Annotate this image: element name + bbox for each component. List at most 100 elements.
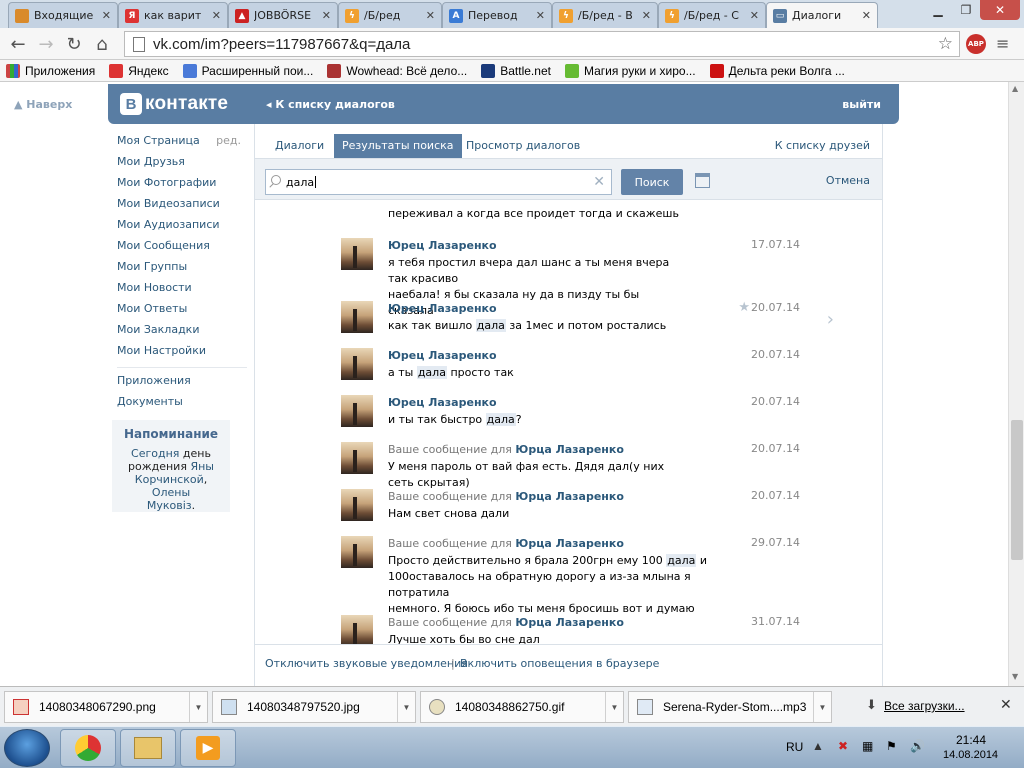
friends-list-link[interactable]: К списку друзей (775, 134, 870, 158)
avatar[interactable] (341, 238, 373, 270)
avatar[interactable] (341, 615, 373, 644)
avatar[interactable] (341, 395, 373, 427)
list-item[interactable]: Ваше сообщение для Юрца Лазаренко Нам св… (255, 489, 882, 529)
explorer-taskbar-icon[interactable] (120, 729, 176, 767)
avatar[interactable] (341, 442, 373, 474)
scrollbar-thumb[interactable] (1011, 420, 1023, 560)
recipient-link[interactable]: Юрца Лазаренко (515, 443, 624, 456)
minimize-icon[interactable]: ▁ (924, 0, 952, 20)
close-tab-icon[interactable]: ✕ (862, 9, 871, 22)
close-window-icon[interactable]: ✕ (980, 0, 1020, 20)
home-icon[interactable]: ⌂ (90, 32, 114, 56)
chevron-down-icon[interactable]: ▼ (397, 692, 415, 722)
chrome-taskbar-icon[interactable] (60, 729, 116, 767)
disable-sound-link[interactable]: Отключить звуковые уведомления (265, 657, 468, 670)
restore-icon[interactable]: ❐ (952, 0, 980, 20)
bookmark-star-icon[interactable]: ☆ (938, 34, 953, 54)
download-item[interactable]: Serena-Ryder-Stom....mp3 ▼ (628, 691, 832, 723)
scroll-down-icon[interactable]: ▼ (1012, 672, 1018, 681)
download-item[interactable]: 14080348797520.jpg ▼ (212, 691, 416, 723)
avatar[interactable] (341, 536, 373, 568)
message-author[interactable]: Юрец Лазаренко (388, 301, 688, 316)
message-search-input[interactable]: дала ✕ (265, 169, 612, 195)
browser-tab[interactable]: ϟ/Б/ред ✕ (338, 2, 442, 28)
page-scrollbar[interactable]: ▲ ▼ (1008, 82, 1024, 686)
scroll-up-icon[interactable]: ▲ (1012, 84, 1018, 93)
enable-notifications-link[interactable]: Включить оповещения в браузере (460, 657, 659, 670)
all-downloads-link[interactable]: Все загрузки... (884, 699, 965, 713)
tray-app-icon[interactable]: ▦ (862, 739, 873, 753)
bookmark-item[interactable]: Магия руки и хиро... (564, 63, 696, 78)
clock-time[interactable]: 21:44 (956, 733, 986, 747)
menu-item[interactable]: Мои Группы (117, 260, 247, 281)
bookmark-item[interactable]: Яндекс (109, 63, 169, 78)
list-item[interactable]: Ваше сообщение для Юрца Лазаренко У меня… (255, 442, 882, 489)
back-to-dialogs-link[interactable]: ◂ К списку диалогов (266, 98, 395, 111)
language-indicator[interactable]: RU (786, 740, 803, 754)
menu-item[interactable]: Мои Закладки (117, 323, 247, 344)
close-tab-icon[interactable]: ✕ (102, 9, 111, 22)
start-button[interactable] (4, 729, 50, 767)
tab-view-dialogs[interactable]: Просмотр диалогов (458, 134, 588, 158)
clear-icon[interactable]: ✕ (593, 174, 605, 190)
menu-icon[interactable]: ≡ (996, 34, 1009, 53)
recipient-link[interactable]: Юрца Лазаренко (515, 490, 624, 503)
scroll-top-link[interactable]: ▲ Наверх (14, 98, 72, 111)
close-tab-icon[interactable]: ✕ (750, 9, 759, 22)
close-tab-icon[interactable]: ✕ (642, 9, 651, 22)
menu-item[interactable]: Мои Настройки (117, 344, 247, 365)
flag-icon[interactable]: ⚑ (886, 739, 897, 753)
browser-tab[interactable]: ϟ/Б/ред - С ✕ (658, 2, 766, 28)
message-author[interactable]: Юрец Лазаренко (388, 395, 688, 410)
download-item[interactable]: 14080348862750.gif ▼ (420, 691, 624, 723)
list-item[interactable]: Юрец Лазаренко как так вишло дала за 1ме… (255, 300, 882, 341)
bookmark-item[interactable]: Battle.net (481, 63, 551, 78)
menu-item[interactable]: Мои Фотографии (117, 176, 247, 197)
forward-arrow-icon[interactable]: → (34, 32, 58, 56)
calendar-icon[interactable] (695, 173, 710, 188)
menu-item[interactable]: Мои Новости (117, 281, 247, 302)
close-tab-icon[interactable]: ✕ (212, 9, 221, 22)
menu-item[interactable]: Мои Видеозаписи (117, 197, 247, 218)
menu-item[interactable]: Мои Друзья (117, 155, 247, 176)
browser-tab[interactable]: Якак варит ✕ (118, 2, 228, 28)
menu-item[interactable]: Мои Ответы (117, 302, 247, 323)
tray-expand-icon[interactable]: ▲ (812, 739, 824, 753)
star-icon[interactable]: ★ (738, 300, 750, 315)
close-downloads-icon[interactable]: ✕ (1000, 697, 1012, 713)
tab-dialogs[interactable]: Диалоги (267, 134, 332, 158)
logout-link[interactable]: выйти (842, 98, 881, 111)
close-tab-icon[interactable]: ✕ (536, 9, 545, 22)
bookmark-item[interactable]: Расширенный пои... (182, 63, 313, 78)
vk-logo[interactable]: Вконтакте (120, 93, 228, 115)
download-item[interactable]: 14080348067290.png ▼ (4, 691, 208, 723)
address-bar[interactable]: vk.com/im?peers=117987667&q=дала ☆ (124, 31, 960, 57)
edit-link[interactable]: ред. (216, 134, 241, 148)
chevron-down-icon[interactable]: ▼ (605, 692, 623, 722)
browser-tab[interactable]: A Перевод ✕ (442, 2, 552, 28)
close-tab-icon[interactable]: ✕ (426, 9, 435, 22)
list-item[interactable]: Ваше сообщение для Юрца Лазаренко Просто… (255, 536, 882, 615)
message-author[interactable]: Юрец Лазаренко (388, 348, 688, 363)
list-item[interactable]: Ваше сообщение для Юрца Лазаренко Лучше … (255, 615, 882, 644)
menu-item[interactable]: Мои Сообщения (117, 239, 247, 260)
reload-icon[interactable]: ↻ (62, 32, 86, 56)
avatar[interactable] (341, 489, 373, 521)
bookmark-item[interactable]: Приложения (6, 63, 95, 78)
chevron-down-icon[interactable]: ▼ (189, 692, 207, 722)
browser-tab[interactable]: ϟ/Б/ред - В ✕ (552, 2, 658, 28)
search-button[interactable]: Поиск (621, 169, 683, 195)
avatar[interactable] (341, 301, 373, 333)
tab-search-results[interactable]: Результаты поиска (334, 134, 462, 158)
chevron-down-icon[interactable]: ▼ (813, 692, 831, 722)
recipient-link[interactable]: Юрца Лазаренко (515, 616, 624, 629)
list-item[interactable]: Юрец Лазаренко и ты так быстро дала? 20.… (255, 395, 882, 435)
close-tab-icon[interactable]: ✕ (322, 9, 331, 22)
menu-item[interactable]: Документы (117, 395, 247, 416)
list-item[interactable]: Юрец Лазаренко я тебя простил вчера дал … (255, 238, 882, 317)
back-arrow-icon[interactable]: ← (6, 32, 30, 56)
bookmark-item[interactable]: Дельта реки Волга ... (709, 63, 845, 78)
clock-date[interactable]: 14.08.2014 (943, 749, 998, 761)
bookmark-item[interactable]: Wowhead: Всё дело... (327, 63, 467, 78)
message-author[interactable]: Юрец Лазаренко (388, 238, 688, 253)
